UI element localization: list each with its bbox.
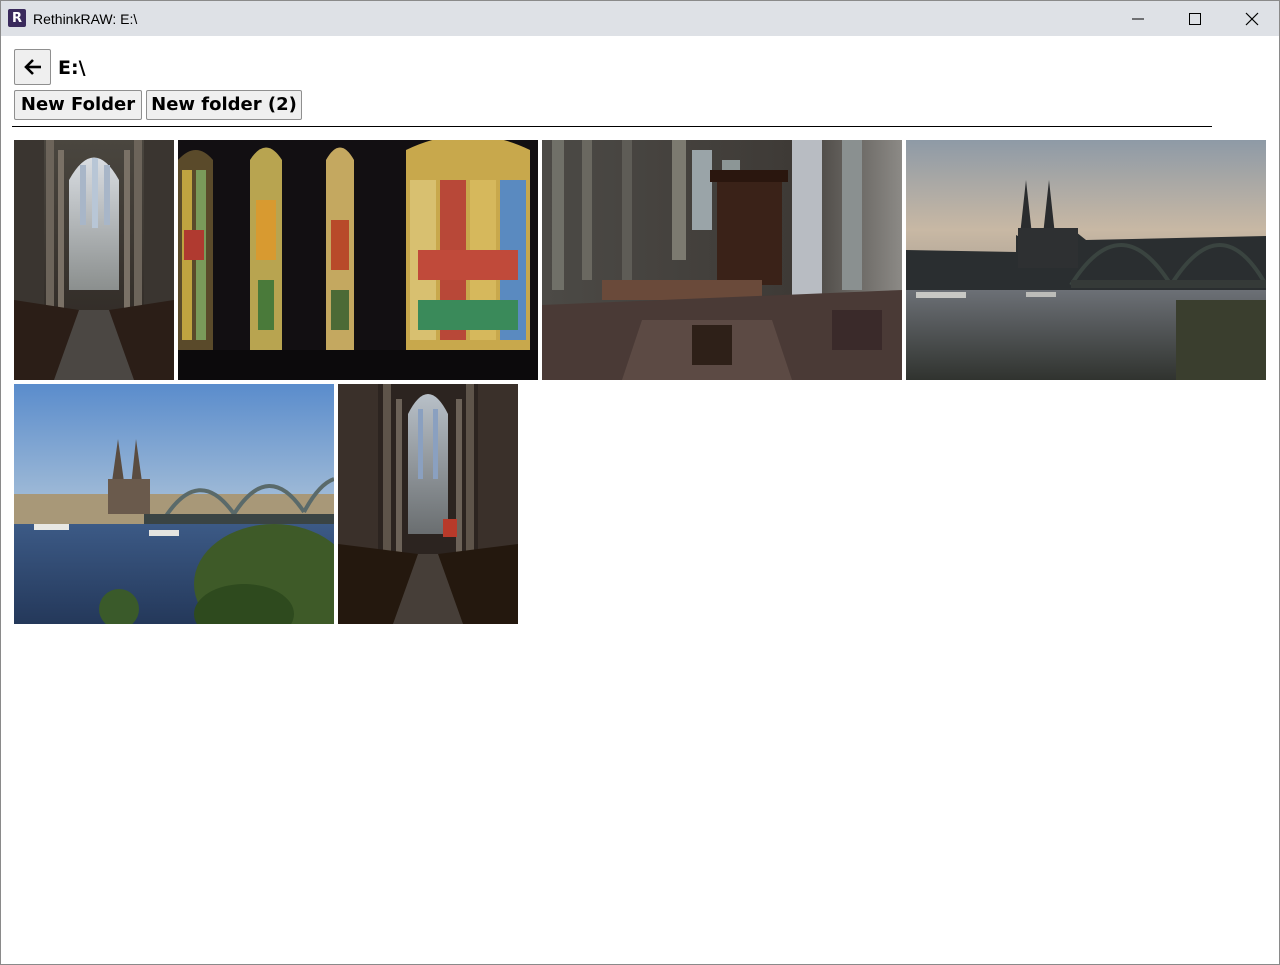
minimize-button[interactable] xyxy=(1109,1,1166,36)
minimize-icon xyxy=(1131,18,1144,19)
photo-thumbnail[interactable] xyxy=(542,140,902,380)
photo-thumbnail[interactable] xyxy=(14,140,174,380)
photo-thumbnail[interactable] xyxy=(14,384,334,624)
browser-content: E:\ New Folder New folder (2) xyxy=(1,36,1279,964)
arrow-left-icon xyxy=(23,59,41,75)
maximize-icon xyxy=(1188,12,1201,25)
maximize-button[interactable] xyxy=(1166,1,1223,36)
close-button[interactable] xyxy=(1223,1,1280,36)
folder-button-new-folder-2[interactable]: New folder (2) xyxy=(146,90,302,120)
window-title: RethinkRAW: E:\ xyxy=(33,11,138,27)
photo-image xyxy=(14,140,174,380)
photo-image xyxy=(338,384,518,624)
photo-image xyxy=(14,384,334,624)
divider xyxy=(12,126,1212,127)
current-path: E:\ xyxy=(58,57,86,79)
back-button[interactable] xyxy=(14,49,51,85)
app-logo-icon: R xyxy=(8,9,26,27)
photo-thumbnail[interactable] xyxy=(338,384,518,624)
app-window: R RethinkRAW: E:\ E:\ New Folder New fol… xyxy=(0,0,1280,965)
photo-thumbnail[interactable] xyxy=(178,140,538,380)
folder-button-new-folder[interactable]: New Folder xyxy=(14,90,142,120)
photo-image xyxy=(906,140,1266,380)
photo-thumbnail[interactable] xyxy=(906,140,1266,380)
title-bar[interactable]: R RethinkRAW: E:\ xyxy=(1,1,1279,36)
photo-image xyxy=(178,140,538,380)
app-logo-letter: R xyxy=(11,10,22,26)
close-icon xyxy=(1245,12,1258,25)
photo-image xyxy=(542,140,902,380)
